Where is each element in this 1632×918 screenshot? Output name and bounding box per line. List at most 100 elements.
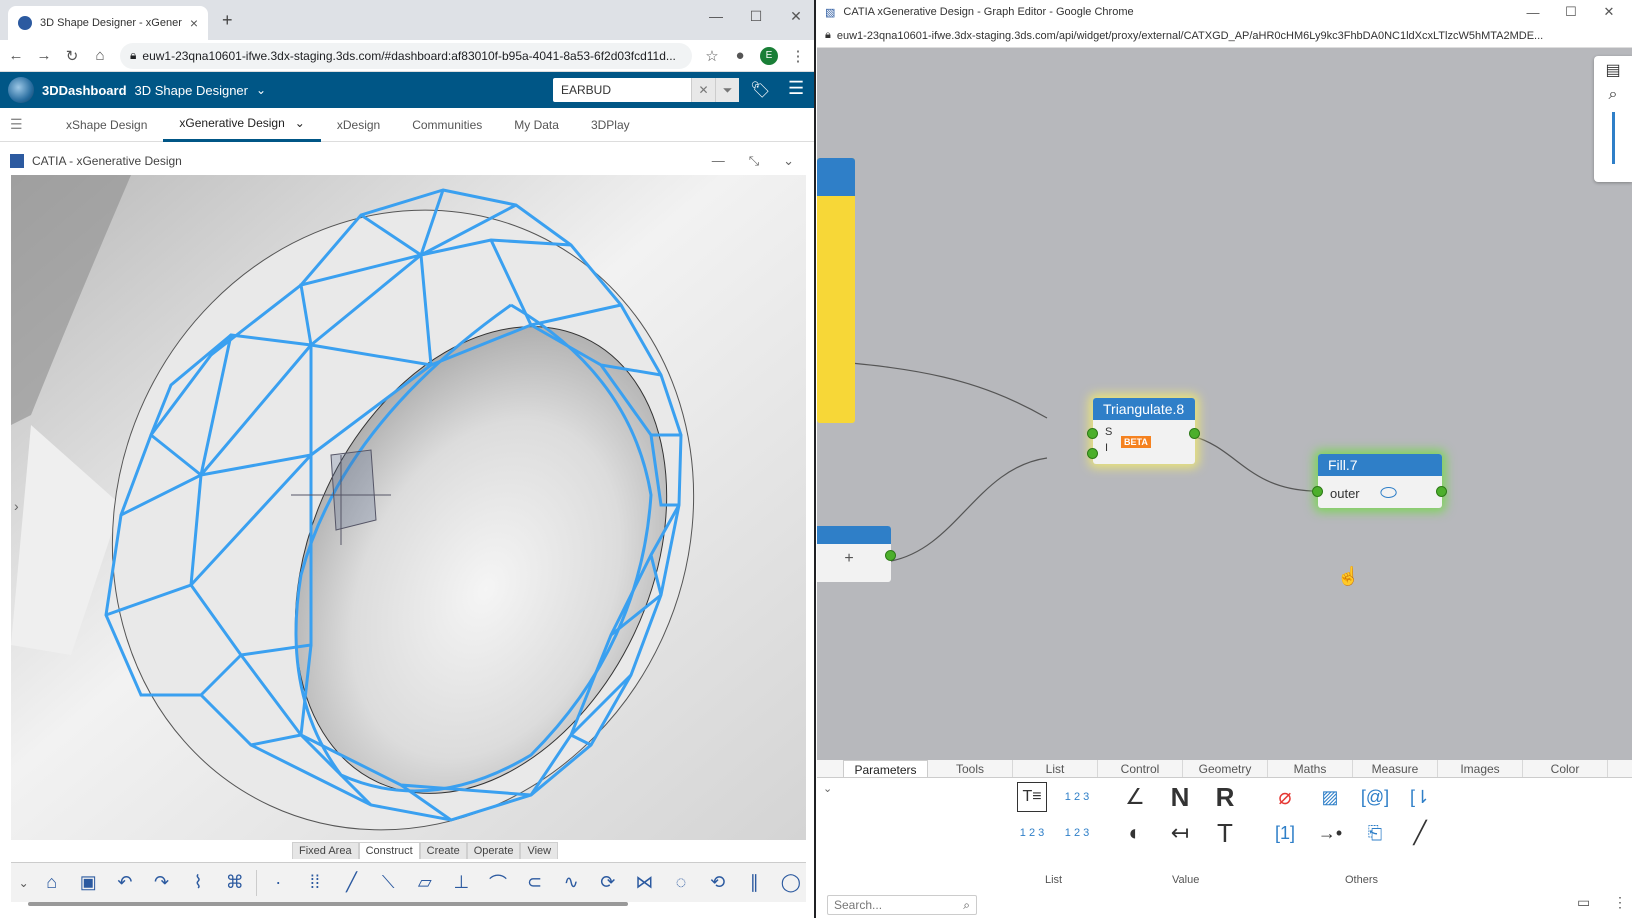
chevron-down-icon[interactable]: ⌄ xyxy=(823,782,832,795)
search-input[interactable]: EARBUD xyxy=(561,83,691,97)
tab-geometry[interactable]: Geometry xyxy=(1183,760,1268,777)
tab-construct[interactable]: Construct xyxy=(358,842,420,859)
horizontal-scrollbar[interactable] xyxy=(28,902,628,906)
minimize-icon[interactable]: — xyxy=(1514,0,1552,24)
clear-search-icon[interactable]: ✕ xyxy=(691,78,715,102)
feed-icon[interactable]: ⌇ xyxy=(183,872,214,893)
graph-icon[interactable]: ⌘ xyxy=(219,872,250,893)
add-icon[interactable]: + xyxy=(817,544,891,568)
close-tab-icon[interactable]: × xyxy=(190,15,198,31)
plus-node[interactable]: + xyxy=(817,526,896,582)
extension-icon[interactable]: ● xyxy=(732,47,748,64)
image-icon[interactable]: ▨ xyxy=(1315,782,1345,812)
chevron-down-icon[interactable]: ⌄ xyxy=(17,876,30,890)
tab-parameters[interactable]: Parameters xyxy=(843,760,928,777)
undo-icon[interactable]: ↶ xyxy=(110,872,141,893)
chevron-down-icon[interactable]: ⌄ xyxy=(783,153,794,169)
arc-icon[interactable]: ⊂ xyxy=(519,872,550,893)
output-icon[interactable]: →• xyxy=(1315,818,1345,848)
number-series-icon[interactable]: 1 2 3 xyxy=(1062,818,1092,848)
home-icon[interactable]: ⌂ xyxy=(36,872,67,893)
triangulate-node[interactable]: Triangulate.8 S I BETA xyxy=(1087,398,1200,464)
maximize-icon[interactable]: ☐ xyxy=(1552,0,1590,24)
address-bar[interactable]: 🔒︎ euw1-23qna10601-ifwe.3dx-staging.3ds.… xyxy=(817,24,1632,48)
ring-model-view[interactable] xyxy=(11,175,806,840)
filter-icon[interactable]: ⏷ xyxy=(715,78,739,102)
minimize-widget-icon[interactable]: — xyxy=(712,153,725,169)
sidebar-toggle-icon[interactable]: ☰ xyxy=(10,116,50,133)
curves-icon[interactable]: ∥ xyxy=(739,872,770,893)
natural-number-icon[interactable]: N xyxy=(1165,782,1195,812)
point-icon[interactable]: · xyxy=(263,872,294,893)
angle-icon[interactable]: ∠ xyxy=(1120,782,1150,812)
search-input[interactable]: Search... ⌕ xyxy=(827,895,977,915)
book-icon[interactable]: ⎗ xyxy=(1360,818,1390,848)
zoom-icon[interactable]: ⌕ xyxy=(1594,86,1632,104)
tab-list[interactable]: List xyxy=(1013,760,1098,777)
text-icon[interactable]: T xyxy=(1210,818,1240,848)
chevron-down-icon[interactable]: ⌄ xyxy=(295,116,305,130)
close-window-icon[interactable]: ✕ xyxy=(1590,0,1628,24)
yellow-node[interactable] xyxy=(817,158,855,423)
browser-tab[interactable]: 3D Shape Designer - xGenerative × xyxy=(8,6,208,40)
tab-xgenerative-design[interactable]: xGenerative Design ⌄ xyxy=(163,108,321,142)
null-icon[interactable]: ⌀ xyxy=(1270,782,1300,812)
reference-icon[interactable]: [@] xyxy=(1360,782,1390,812)
tab-create[interactable]: Create xyxy=(419,842,467,859)
variable-icon[interactable]: [⇂ xyxy=(1405,782,1435,812)
save-icon[interactable]: ▣ xyxy=(73,872,104,893)
compass-logo-icon[interactable] xyxy=(8,77,34,103)
tab-maths[interactable]: Maths xyxy=(1268,760,1353,777)
url-field[interactable]: 🔒︎ euw1-23qna10601-ifwe.3dx-staging.3ds.… xyxy=(120,42,692,69)
back-icon[interactable]: ← xyxy=(8,47,24,64)
chat-icon[interactable]: ▭ xyxy=(1577,894,1590,911)
tag-icon[interactable]: 🏷︎ xyxy=(750,80,770,100)
plane-icon[interactable]: ▱ xyxy=(409,872,440,893)
loft-icon[interactable]: ◌ xyxy=(666,872,697,893)
tab-operate[interactable]: Operate xyxy=(466,842,521,859)
output-port[interactable] xyxy=(1189,428,1200,439)
input-port[interactable] xyxy=(1087,428,1098,439)
tab-my-data[interactable]: My Data xyxy=(498,108,575,142)
star-icon[interactable]: ☆ xyxy=(704,47,720,65)
expand-panel-icon[interactable]: › xyxy=(14,498,19,514)
revolve-icon[interactable]: ⟲ xyxy=(702,872,733,893)
axis-icon[interactable]: ⟍ xyxy=(373,872,404,893)
app-name[interactable]: 3D Shape Designer xyxy=(135,83,248,98)
tab-fixed-area[interactable]: Fixed Area xyxy=(292,842,359,859)
close-window-icon[interactable]: ✕ xyxy=(776,4,814,28)
line-icon[interactable]: ╱ xyxy=(336,872,367,893)
index-icon[interactable]: [1] xyxy=(1270,818,1300,848)
slope-icon[interactable]: ╱ xyxy=(1405,818,1435,848)
spline-icon[interactable]: ∿ xyxy=(556,872,587,893)
output-port[interactable] xyxy=(1436,486,1447,497)
reload-icon[interactable]: ↻ xyxy=(64,47,80,65)
blend-icon[interactable]: ⋈ xyxy=(629,872,660,893)
tab-xshape-design[interactable]: xShape Design xyxy=(50,108,163,142)
map-icon[interactable]: ▤ xyxy=(1594,60,1632,80)
real-number-icon[interactable]: R xyxy=(1210,782,1240,812)
graph-canvas[interactable]: + Triangulate.8 S I BETA Fill.7 outer ⬭ … xyxy=(817,48,1632,760)
chevron-down-icon[interactable]: ⌄ xyxy=(256,83,266,97)
collapse-widget-icon[interactable]: ⤡ xyxy=(749,153,759,169)
zoom-slider[interactable] xyxy=(1611,112,1615,164)
search-icon[interactable]: ⌕ xyxy=(963,896,970,914)
profile-avatar[interactable]: E xyxy=(760,46,778,65)
tab-measure[interactable]: Measure xyxy=(1353,760,1438,777)
axis-system-icon[interactable]: ⊥ xyxy=(446,872,477,893)
input-port[interactable] xyxy=(1087,448,1098,459)
text-list-icon[interactable]: T≡ xyxy=(1017,782,1047,812)
tab-view[interactable]: View xyxy=(520,842,559,859)
more-icon[interactable]: ⋮ xyxy=(790,47,806,65)
dashboard-search[interactable]: EARBUD ✕ ⏷ xyxy=(553,78,739,102)
tab-tools[interactable]: Tools xyxy=(928,760,1013,777)
fill-node[interactable]: Fill.7 outer ⬭ xyxy=(1312,454,1447,508)
sweep-icon[interactable]: ⟳ xyxy=(592,872,623,893)
output-port[interactable] xyxy=(885,550,896,561)
tab-communities[interactable]: Communities xyxy=(396,108,498,142)
new-tab-button[interactable]: + xyxy=(222,10,233,31)
polyline-icon[interactable]: ⌒ xyxy=(483,870,514,896)
tab-3dplay[interactable]: 3DPlay xyxy=(575,108,646,142)
tab-images[interactable]: Images xyxy=(1438,760,1523,777)
number-list-icon[interactable]: 1 2 3 xyxy=(1062,782,1092,812)
